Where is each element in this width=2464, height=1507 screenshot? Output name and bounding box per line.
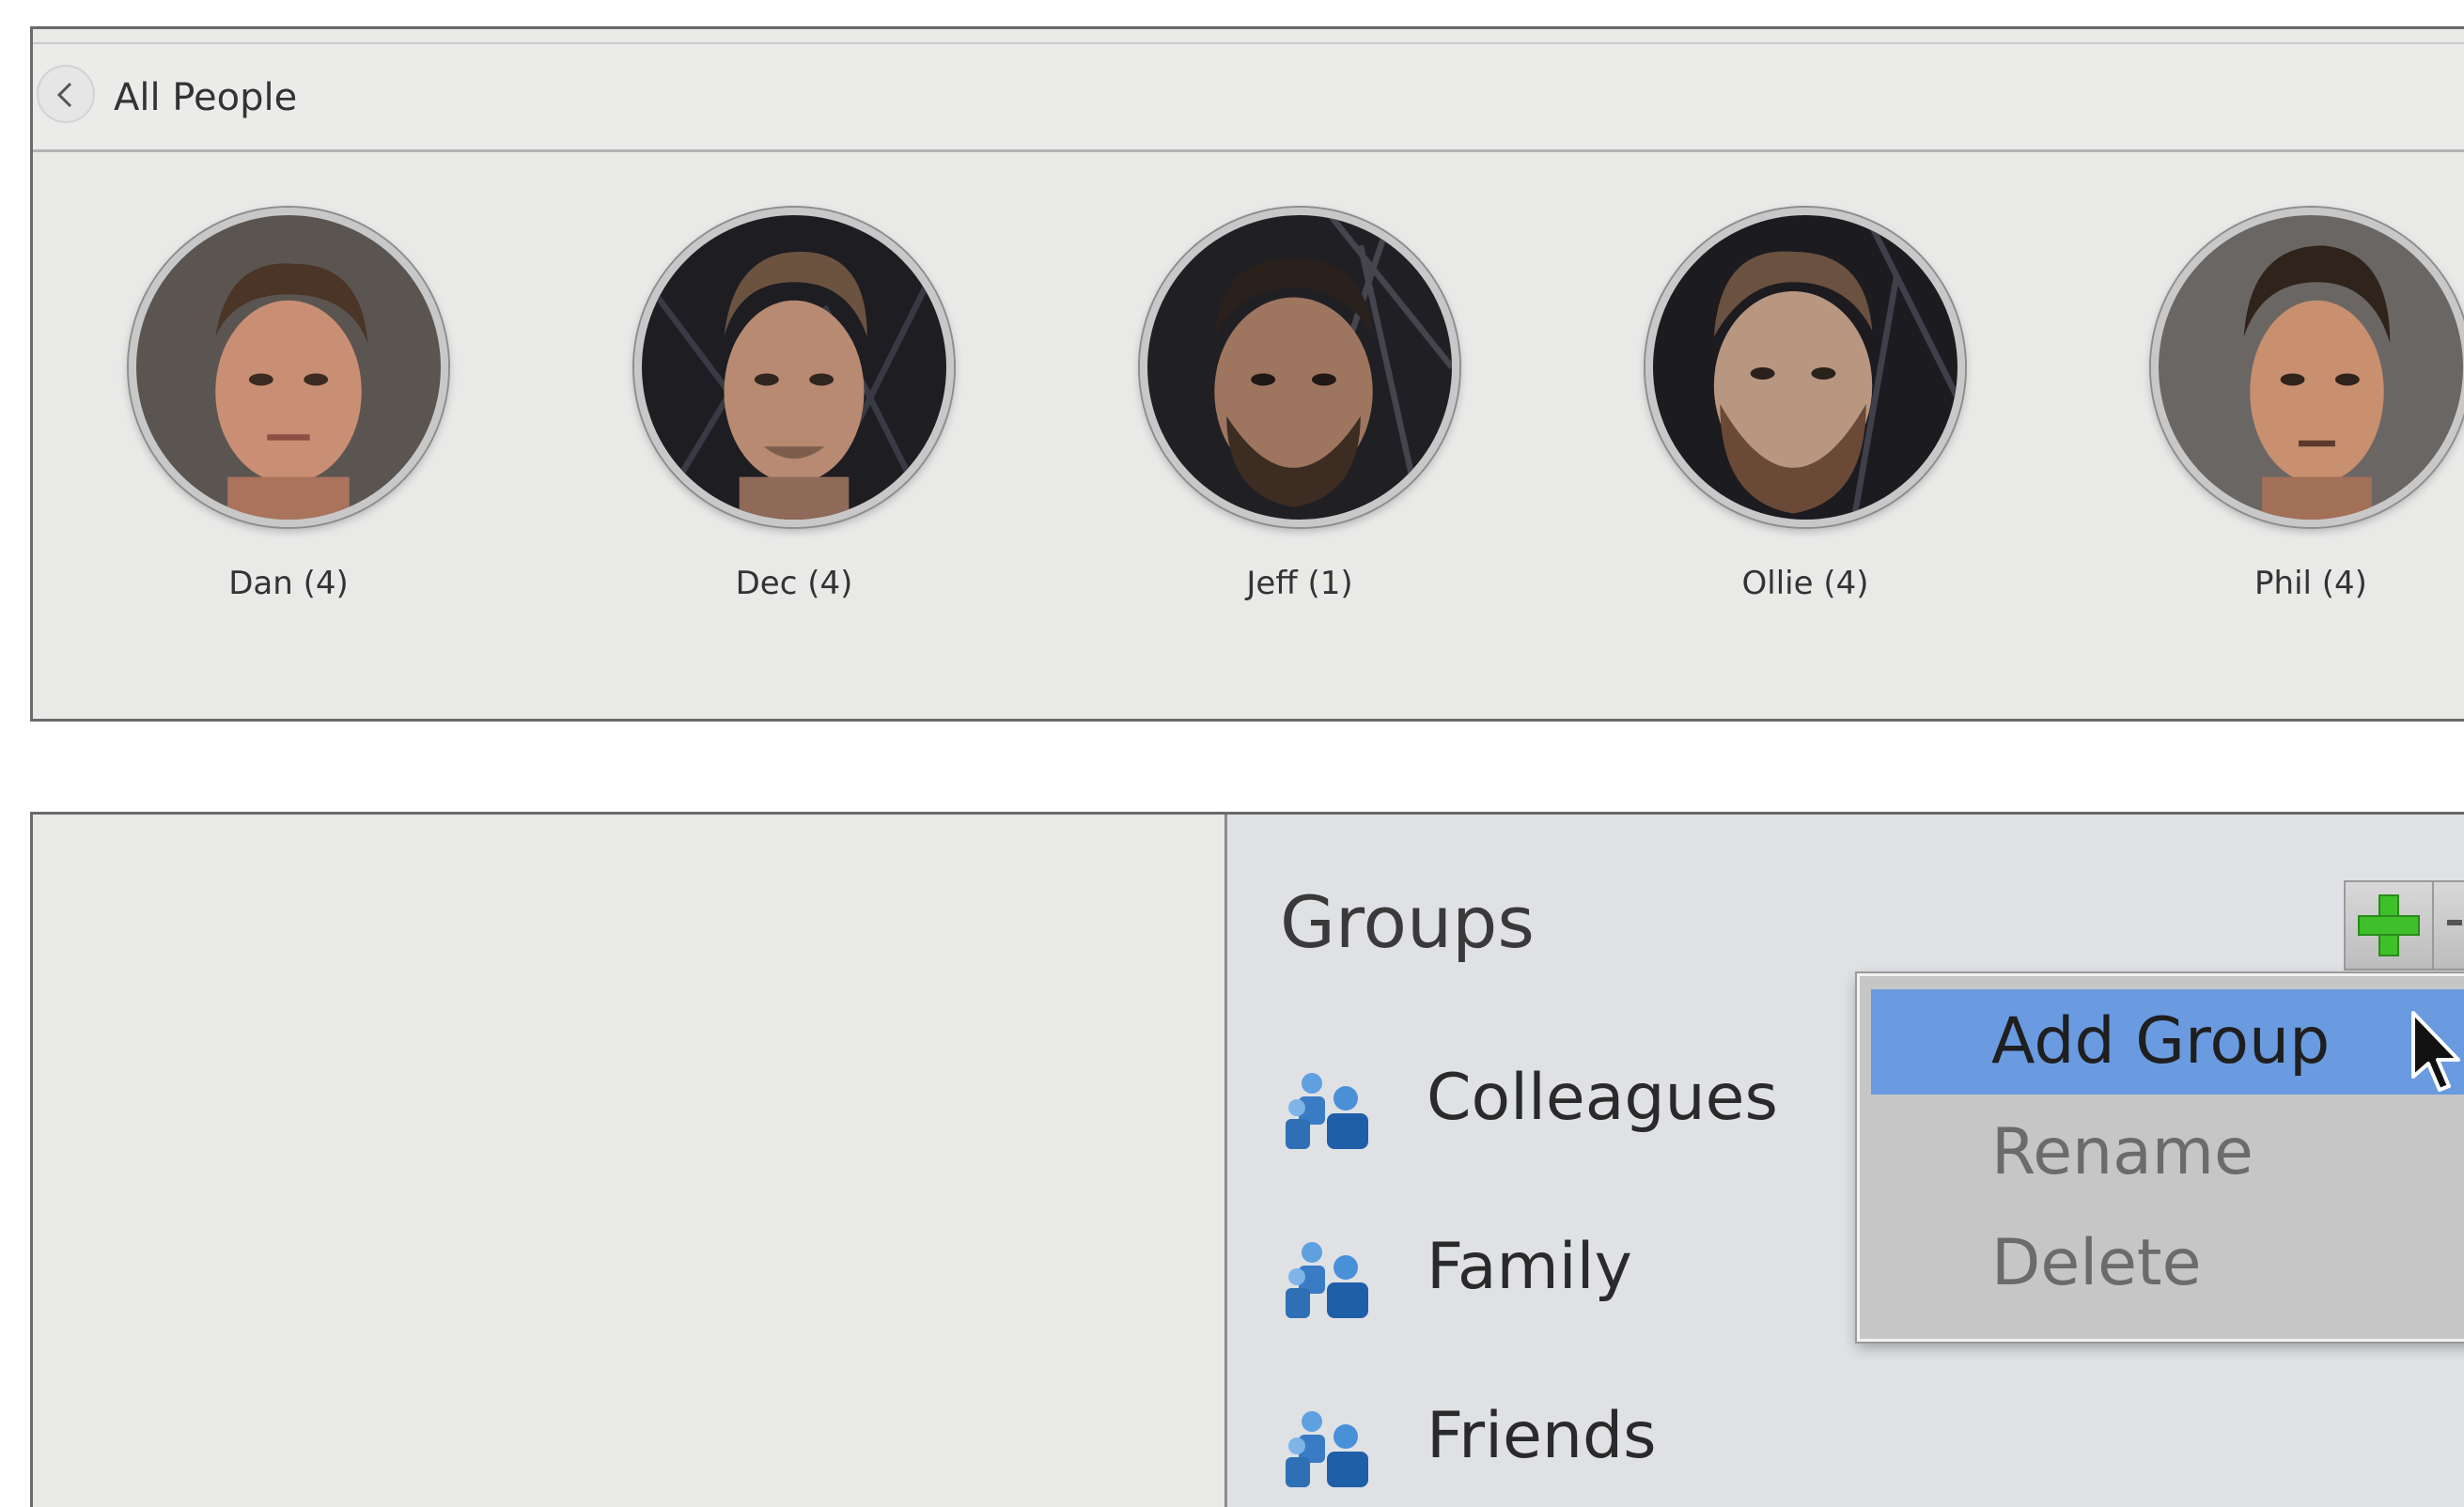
person-name-label: Ollie (4) [1741, 565, 1869, 602]
mouse-cursor-icon [2411, 1011, 2460, 1092]
avatar[interactable] [2151, 208, 2464, 527]
add-menu-dropdown-toggle[interactable] [2432, 880, 2464, 971]
person-tile-phil[interactable]: Phil (4) [2142, 208, 2464, 602]
menu-item-delete[interactable]: Delete [1871, 1211, 2464, 1316]
face-photo-image [136, 215, 441, 520]
person-name-label: Jeff (1) [1246, 565, 1353, 602]
face-photo-image [1147, 215, 1452, 520]
group-label: Colleagues [1427, 1061, 1778, 1135]
group-label: Family [1427, 1230, 1632, 1304]
page-title: All People [114, 76, 298, 119]
person-tile-dan[interactable]: Dan (4) [119, 208, 458, 602]
group-people-icon [1286, 1073, 1368, 1149]
avatar[interactable] [129, 208, 448, 527]
chevron-down-icon [2447, 920, 2462, 925]
person-name-label: Dec (4) [735, 565, 853, 602]
group-people-icon [1286, 1242, 1368, 1318]
people-row: Dan (4) Dec (4) Jeff (1) Ollie (4) Phil … [33, 208, 2464, 659]
people-toolbar: All People [33, 42, 2464, 152]
avatar[interactable] [1645, 208, 1965, 527]
person-tile-dec[interactable]: Dec (4) [625, 208, 963, 602]
green-plus-icon [2358, 894, 2420, 956]
avatar[interactable] [1140, 208, 1459, 527]
add-group-button[interactable] [2344, 880, 2434, 971]
groups-title: Groups [1280, 880, 1535, 964]
group-people-icon [1286, 1411, 1368, 1487]
face-photo-image [1653, 215, 1957, 520]
person-tile-jeff[interactable]: Jeff (1) [1131, 208, 1469, 602]
person-tile-ollie[interactable]: Ollie (4) [1636, 208, 1974, 602]
group-actions-menu: Add Group Rename Delete [1857, 973, 2464, 1342]
face-photo-image [2159, 215, 2463, 520]
person-name-label: Dan (4) [228, 565, 349, 602]
group-label: Friends [1427, 1399, 1657, 1473]
back-button[interactable] [37, 65, 95, 123]
person-name-label: Phil (4) [2254, 565, 2367, 602]
menu-item-rename[interactable]: Rename [1871, 1100, 2464, 1205]
face-photo-image [642, 215, 946, 520]
chevron-left-icon [56, 82, 72, 108]
avatar[interactable] [634, 208, 954, 527]
people-panel: All People Dan (4) Dec (4) Jeff (1) Olli… [30, 26, 2464, 722]
menu-item-add-group[interactable]: Add Group [1871, 989, 2464, 1095]
